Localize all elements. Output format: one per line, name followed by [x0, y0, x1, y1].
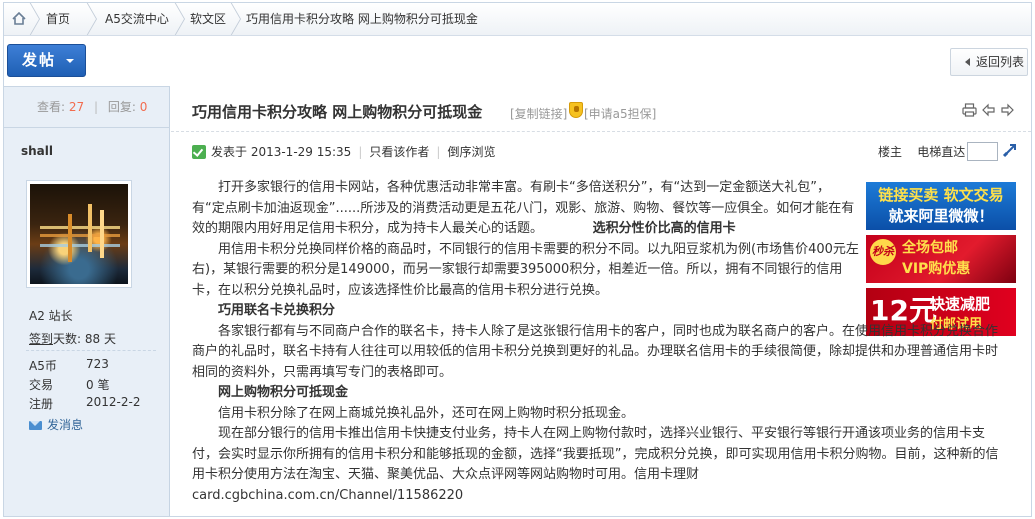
- breadcrumb-separator: [86, 3, 96, 35]
- previous-thread-icon[interactable]: [981, 103, 996, 117]
- thread-stats: 查看: 27 | 回复: 0: [4, 86, 170, 128]
- post-paragraph: 各家银行都有与不同商户合作的联名卡，持卡人除了是这张银行信用卡的客户，同时也成为…: [192, 323, 999, 380]
- post-subheading: 巧用联名卡兑换积分: [218, 303, 336, 318]
- floor-jump-input[interactable]: [967, 142, 998, 161]
- forum-frame: 首页 A5交流中心 软文区 巧用信用卡积分攻略 网上购物积分可抵现金 发帖 返回…: [3, 2, 1032, 517]
- envelope-icon: [29, 421, 42, 430]
- print-icon[interactable]: [962, 103, 977, 117]
- new-post-label: 发帖: [22, 51, 57, 69]
- new-post-button[interactable]: 发帖: [7, 44, 86, 77]
- replies-label: 回复:: [107, 100, 136, 114]
- reverse-order-link[interactable]: 倒序浏览: [447, 145, 495, 159]
- post-paragraph: 打开多家银行的信用卡网站，各种优惠活动非常丰富。有刷卡“多倍送积分”，有“达到一…: [192, 180, 855, 236]
- post-paragraph: 用信用卡积分兑换同样价格的商品时，不同银行的信用卡需要的积分不同。以九阳豆浆机为…: [192, 241, 859, 298]
- profile-value: 723: [86, 357, 109, 371]
- post-subheading: 网上购物积分可抵现金: [218, 385, 349, 400]
- breadcrumb-softtext[interactable]: 软文区: [190, 3, 226, 35]
- replies-count: 0: [139, 100, 148, 114]
- breadcrumb-a5-center[interactable]: A5交流中心: [105, 3, 169, 35]
- divider: [26, 350, 156, 351]
- profile-a5coin: A5币 723: [29, 357, 109, 374]
- signin-days-value: 天数: 88 天: [53, 332, 116, 346]
- views-label: 查看:: [37, 100, 66, 114]
- post-status-icon: [192, 145, 206, 159]
- post-subheading: 选积分性价比高的信用卡: [592, 221, 736, 236]
- profile-label: 注册: [29, 397, 54, 411]
- back-to-list-button[interactable]: 返回列表: [950, 48, 1028, 76]
- copy-link[interactable]: [复制链接]: [510, 105, 567, 122]
- signin-days: 签到天数: 88 天: [29, 330, 116, 347]
- post-body: 打开多家银行的信用卡网站，各种优惠活动非常丰富。有刷卡“多倍送积分”，有“达到一…: [192, 178, 1008, 506]
- author-sidebar: 查看: 27 | 回复: 0 shall A2 站长 签到天数: 88 天 A5…: [4, 86, 170, 516]
- post-paragraph: 现在部分银行的信用卡推出信用卡快捷支付业务，持卡人在网上购物付款时，选择兴业银行…: [192, 426, 999, 482]
- send-message-label: 发消息: [47, 418, 84, 432]
- shield-icon: [569, 102, 583, 118]
- chevron-down-icon: [66, 59, 74, 63]
- floor-info: 楼主 电梯直达: [878, 143, 965, 160]
- profile-value: 2012-2-2: [86, 395, 141, 409]
- author-rank: A2 站长: [29, 309, 73, 323]
- thread-title: 巧用信用卡积分攻略 网上购物积分可抵现金: [192, 103, 483, 121]
- profile-trades: 交易 0 笔: [29, 376, 109, 393]
- author-name[interactable]: shall: [21, 144, 53, 158]
- post-panel: 巧用信用卡积分攻略 网上购物积分可抵现金 [复制链接] [申请a5担保] 发表于…: [171, 86, 1031, 516]
- profile-registered: 注册 2012-2-2: [29, 395, 140, 412]
- breadcrumb-current: 巧用信用卡积分攻略 网上购物积分可抵现金: [246, 12, 478, 26]
- apply-a5-guarantee-link[interactable]: [申请a5担保]: [584, 105, 656, 122]
- avatar[interactable]: [26, 180, 132, 288]
- profile-label: 交易: [29, 378, 54, 392]
- profile-value: 0 笔: [86, 378, 110, 392]
- post-link[interactable]: card.cgbchina.com.cn/Channel/11586220: [192, 486, 1008, 507]
- post-paragraph: 信用卡积分除了在网上商城兑换礼品外，还可在网上购物时积分抵现金。: [218, 405, 635, 421]
- views-count: 27: [68, 100, 85, 114]
- signin-link[interactable]: 签到: [29, 332, 53, 346]
- post-date: 发表于 2013-1-29 15:35: [211, 145, 352, 159]
- go-arrow-icon[interactable]: [1002, 142, 1018, 158]
- jump-label: 电梯直达: [917, 145, 966, 159]
- floor-label: 楼主: [878, 145, 903, 159]
- home-icon[interactable]: [12, 12, 26, 25]
- breadcrumb-separator: [29, 3, 39, 35]
- divider: [171, 131, 1031, 132]
- send-message-link[interactable]: 发消息: [29, 416, 83, 433]
- avatar-image: [30, 184, 128, 284]
- profile-label: A5币: [29, 359, 57, 373]
- post-meta: 发表于 2013-1-29 15:35 | 只看该作者 | 倒序浏览: [192, 143, 495, 160]
- breadcrumb: 首页 A5交流中心 软文区 巧用信用卡积分攻略 网上购物积分可抵现金: [4, 3, 1031, 36]
- breadcrumb-separator: [230, 3, 240, 35]
- breadcrumb-home[interactable]: 首页: [46, 3, 70, 35]
- only-author-link[interactable]: 只看该作者: [369, 145, 429, 159]
- next-thread-icon[interactable]: [1000, 103, 1015, 117]
- breadcrumb-separator: [174, 3, 184, 35]
